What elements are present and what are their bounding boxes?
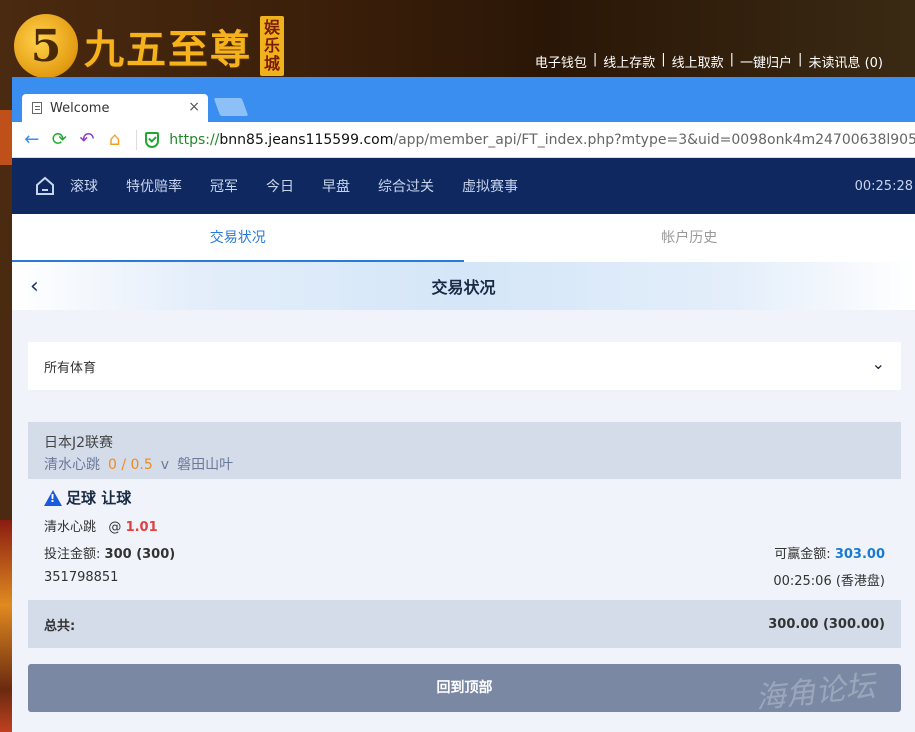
versus: v bbox=[160, 457, 170, 473]
nav-item-champion[interactable]: 冠军 bbox=[210, 176, 238, 196]
pick-row: 清水心跳 @ 1.01 bbox=[44, 516, 885, 535]
link-transfer[interactable]: 一键归户 bbox=[740, 52, 792, 71]
link-messages[interactable]: 未读讯息 (0) bbox=[808, 52, 883, 71]
nav-item-today[interactable]: 今日 bbox=[266, 176, 294, 196]
chevron-down-icon: ⌄ bbox=[871, 354, 885, 373]
odds-value: 1.01 bbox=[125, 520, 158, 535]
url-protocol: https:// bbox=[169, 131, 220, 148]
logo-subtext: 娱乐城 bbox=[260, 16, 284, 76]
total-row: 总共: 300.00 (300.00) bbox=[28, 600, 901, 648]
separator: | bbox=[592, 52, 598, 67]
bet-details: 足球 让球 清水心跳 @ 1.01 投注金额: 300 (300) 可赢金额: … bbox=[28, 479, 901, 597]
stake-value: 300 (300) bbox=[104, 547, 176, 562]
app-nav: 滚球 特优赔率 冠军 今日 早盘 综合过关 虚拟赛事 00:25:28 bbox=[12, 158, 915, 214]
total-value: 300.00 (300.00) bbox=[768, 616, 885, 632]
home-team: 清水心跳 bbox=[44, 457, 100, 473]
tab-title: Welcome bbox=[50, 100, 110, 116]
url-path: /app/member_api/FT_index.php?mtype=3&uid… bbox=[393, 131, 915, 148]
nav-item-early[interactable]: 早盘 bbox=[322, 176, 350, 196]
page-title: 交易状况 bbox=[431, 278, 496, 297]
separator: | bbox=[729, 52, 735, 67]
nav-item-virtual[interactable]: 虚拟赛事 bbox=[462, 176, 518, 196]
page-icon bbox=[32, 102, 42, 114]
separator: | bbox=[798, 52, 803, 67]
back-chevron-icon[interactable]: ‹ bbox=[30, 274, 39, 299]
nav-item-special-odds[interactable]: 特优赔率 bbox=[126, 176, 182, 196]
league-name: 日本J2联赛 bbox=[44, 435, 114, 451]
bet-header: 日本J2联赛 清水心跳 0 / 0.5 v 磐田山叶 bbox=[28, 422, 901, 479]
tab-bar: Welcome × bbox=[12, 77, 915, 122]
sport-filter-select[interactable]: 所有体育 ⌄ bbox=[28, 342, 901, 390]
match-line: 清水心跳 0 / 0.5 v 磐田山叶 bbox=[44, 454, 885, 474]
title-bar: ‹ 交易状况 bbox=[12, 262, 915, 310]
top-links: 电子钱包 | 线上存款 | 线上取款 | 一键归户 | 未读讯息 (0) bbox=[535, 52, 883, 71]
browser-window: Welcome × ← ⟳ ↶ ⌂ https://bnn85.jeans115… bbox=[12, 77, 915, 732]
win-label: 可赢金额: bbox=[774, 547, 831, 562]
win-value: 303.00 bbox=[834, 547, 885, 562]
bet-time: 00:25:06 (香港盘) bbox=[773, 574, 885, 589]
total-label: 总共: bbox=[44, 618, 76, 634]
link-wallet[interactable]: 电子钱包 bbox=[535, 52, 587, 71]
reload-icon[interactable]: ⟳ bbox=[46, 129, 74, 150]
bet-type-label: 足球 让球 bbox=[66, 489, 132, 507]
clock: 00:25:28 bbox=[854, 178, 913, 194]
warning-icon bbox=[44, 489, 62, 506]
ticket-row: 351798851 00:25:06 (香港盘) bbox=[44, 570, 885, 589]
close-icon[interactable]: × bbox=[188, 99, 200, 115]
new-tab-button[interactable] bbox=[213, 98, 249, 116]
undo-icon[interactable]: ↶ bbox=[73, 129, 101, 150]
link-deposit[interactable]: 线上存款 bbox=[603, 52, 655, 71]
ticket-number: 351798851 bbox=[44, 570, 119, 585]
url-host: bnn85.jeans115599.com bbox=[219, 131, 394, 148]
pick-team: 清水心跳 bbox=[44, 520, 97, 535]
nav-home-icon[interactable] bbox=[20, 175, 70, 197]
link-withdraw[interactable]: 线上取款 bbox=[672, 52, 724, 71]
divider bbox=[136, 129, 138, 150]
nav-item-parlay[interactable]: 综合过关 bbox=[378, 176, 434, 196]
stake-label: 投注金额: bbox=[44, 547, 101, 562]
sub-tabs: 交易状况 帐户历史 bbox=[12, 214, 915, 262]
logo-text: 九五至尊 bbox=[84, 26, 252, 73]
tab-transaction-status[interactable]: 交易状况 bbox=[12, 214, 464, 262]
filter-value: 所有体育 bbox=[44, 360, 97, 376]
nav-item-live[interactable]: 滚球 bbox=[70, 176, 98, 196]
home-icon[interactable]: ⌂ bbox=[101, 129, 129, 150]
address-bar: ← ⟳ ↶ ⌂ https://bnn85.jeans115599.com/ap… bbox=[12, 122, 915, 158]
logo-emblem: 5 bbox=[14, 14, 78, 78]
away-team: 磐田山叶 bbox=[177, 457, 234, 473]
bet-type: 足球 让球 bbox=[44, 487, 885, 508]
site-logo[interactable]: 5 九五至尊 娱乐城 bbox=[14, 14, 284, 78]
separator: | bbox=[661, 52, 666, 67]
at-sign: @ bbox=[108, 520, 122, 535]
shield-icon bbox=[145, 131, 160, 148]
tab-account-history[interactable]: 帐户历史 bbox=[464, 214, 915, 262]
handicap: 0 / 0.5 bbox=[108, 457, 153, 473]
url-field[interactable]: https://bnn85.jeans115599.com/app/member… bbox=[169, 132, 915, 148]
browser-tab[interactable]: Welcome × bbox=[22, 94, 208, 122]
amount-row: 投注金额: 300 (300) 可赢金额: 303.00 bbox=[44, 543, 885, 562]
back-arrow-icon[interactable]: ← bbox=[18, 129, 46, 150]
